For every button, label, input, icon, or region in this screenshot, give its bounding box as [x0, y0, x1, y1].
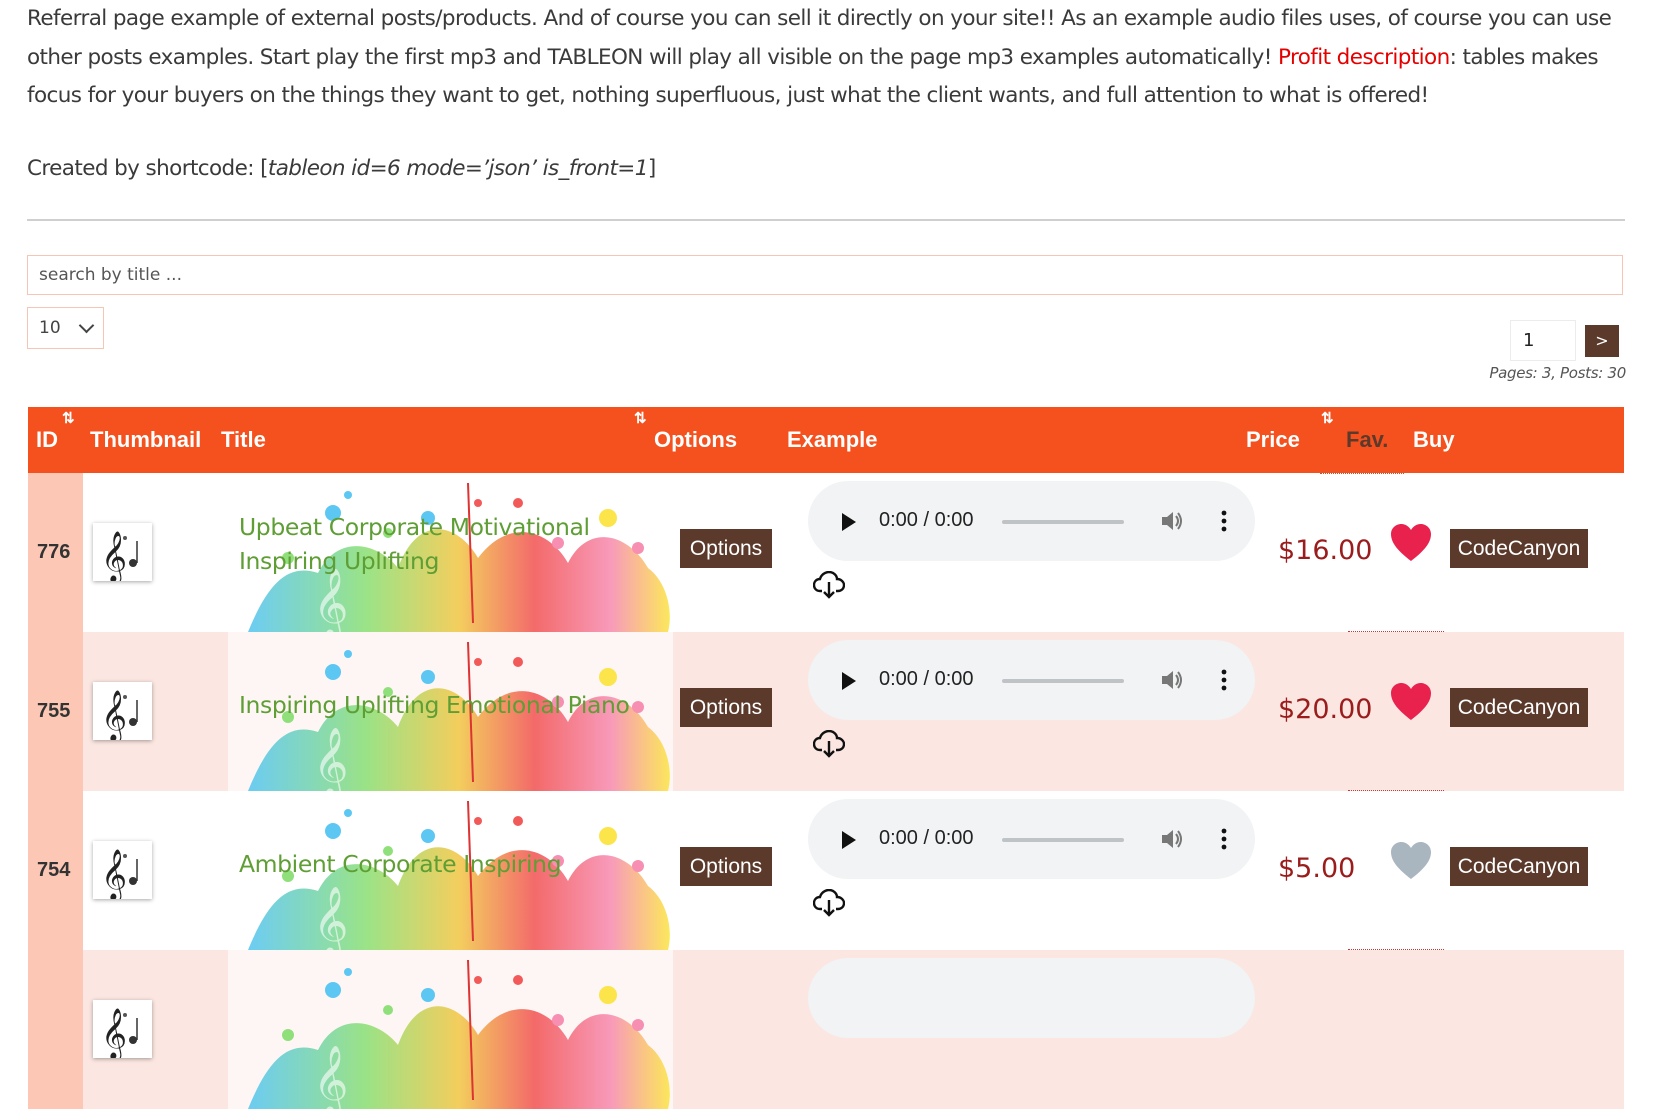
row-id: 755: [37, 700, 71, 722]
more-vert-icon[interactable]: [1220, 828, 1228, 855]
volume-icon[interactable]: [1160, 669, 1184, 696]
profit-description-link[interactable]: Profit description: [1278, 45, 1450, 70]
price: $20.00: [1278, 694, 1373, 725]
svg-text:𝄞: 𝄞: [313, 886, 348, 950]
id-cell: [28, 950, 83, 1109]
music-note-icon: 𝄞: [101, 1008, 138, 1061]
title-cell: 𝄞 Ambient Corporate Inspiring: [228, 791, 673, 950]
thumbnail-image[interactable]: 𝄞: [93, 682, 152, 743]
column-header-buy: Buy: [1413, 427, 1455, 452]
options-button[interactable]: Options: [680, 847, 772, 886]
cloud-download-icon[interactable]: [812, 729, 846, 763]
next-page-button[interactable]: >: [1585, 325, 1619, 357]
id-cell: 776: [28, 473, 83, 632]
price: $5.00: [1278, 853, 1356, 884]
table-row: 𝄞 𝄞: [28, 950, 1624, 1109]
column-header-thumbnail: Thumbnail: [90, 427, 202, 452]
options-button[interactable]: Options: [680, 688, 772, 727]
music-note-icon: 𝄞: [101, 531, 138, 584]
audio-progress-bar[interactable]: [1002, 679, 1124, 683]
buy-codecanyon-button[interactable]: CodeCanyon: [1450, 688, 1588, 727]
more-vert-icon[interactable]: [1220, 669, 1228, 696]
column-header-fav: Fav.: [1346, 427, 1389, 452]
id-cell: 754: [28, 791, 83, 950]
thumbnail-image[interactable]: 𝄞: [93, 523, 152, 584]
buy-codecanyon-button[interactable]: CodeCanyon: [1450, 847, 1588, 886]
thumbnail-image[interactable]: 𝄞: [93, 841, 152, 902]
cloud-download-icon[interactable]: [812, 888, 846, 922]
audio-time: 0:00 / 0:00: [879, 509, 974, 531]
audio-progress-bar[interactable]: [1002, 520, 1124, 524]
svg-text:𝄞: 𝄞: [313, 1045, 348, 1109]
title-cell: 𝄞 Upbeat Corporate Motivational Inspirin…: [228, 473, 673, 632]
column-header-price[interactable]: Price: [1246, 427, 1300, 453]
table-row: 754 𝄞 𝄞 Ambient Corporate Inspiring Optio…: [28, 791, 1624, 950]
sort-icon[interactable]: ⇅: [62, 409, 74, 427]
row-id: 754: [37, 859, 71, 881]
shortcode-line: Created by shortcode: [tableon id=6 mode…: [27, 155, 656, 181]
play-icon[interactable]: [842, 672, 856, 690]
heart-icon[interactable]: [1390, 523, 1432, 563]
audio-player[interactable]: 0:00 / 0:00: [808, 640, 1255, 720]
options-button[interactable]: Options: [680, 529, 772, 568]
price: $16.00: [1278, 535, 1373, 566]
audio-player[interactable]: [808, 958, 1255, 1038]
table-header: ID ⇅ Thumbnail Title ⇅ Options Example P…: [28, 407, 1624, 474]
page-number-input[interactable]: 1: [1510, 320, 1576, 361]
column-header-title[interactable]: Title: [221, 427, 266, 453]
audio-player[interactable]: 0:00 / 0:00: [808, 799, 1255, 879]
column-header-example: Example: [787, 427, 878, 452]
thumbnail-image[interactable]: 𝄞: [93, 1000, 152, 1061]
product-title-link[interactable]: Ambient Corporate Inspiring: [239, 847, 659, 881]
cloud-download-icon[interactable]: [812, 570, 846, 604]
shortcode-text: tableon id=6 mode=’json’ is_front=1: [267, 155, 649, 181]
table-row: 755 𝄞 𝄞 Inspiring Uplifting Emotional Pi…: [28, 632, 1624, 791]
volume-icon[interactable]: [1160, 510, 1184, 537]
play-icon[interactable]: [842, 513, 856, 531]
volume-icon[interactable]: [1160, 828, 1184, 855]
audio-player[interactable]: 0:00 / 0:00: [808, 481, 1255, 561]
heart-icon[interactable]: [1390, 682, 1432, 722]
column-header-id[interactable]: ID: [36, 427, 58, 453]
title-background-image: 𝄞: [248, 959, 670, 1109]
search-input[interactable]: [27, 255, 1623, 295]
music-note-icon: 𝄞: [101, 849, 138, 902]
chevron-down-icon: [78, 317, 95, 334]
divider: [27, 219, 1625, 221]
more-vert-icon[interactable]: [1220, 510, 1228, 537]
heart-icon[interactable]: [1390, 841, 1432, 881]
audio-progress-bar[interactable]: [1002, 838, 1124, 842]
buy-codecanyon-button[interactable]: CodeCanyon: [1450, 529, 1588, 568]
id-cell: 755: [28, 632, 83, 791]
audio-time: 0:00 / 0:00: [879, 668, 974, 690]
product-title-link[interactable]: Inspiring Uplifting Emotional Piano: [239, 688, 659, 722]
music-note-icon: 𝄞: [101, 690, 138, 743]
pagination-info: Pages: 3, Posts: 30: [1489, 364, 1626, 382]
title-cell: 𝄞 Inspiring Uplifting Emotional Piano: [228, 632, 673, 791]
column-header-options: Options: [654, 427, 738, 452]
intro-text: Referral page example of external posts/…: [27, 0, 1627, 188]
product-title-link[interactable]: Upbeat Corporate Motivational Inspiring …: [239, 510, 659, 578]
sort-icon[interactable]: ⇅: [634, 409, 646, 427]
per-page-select[interactable]: 10: [27, 307, 104, 349]
audio-time: 0:00 / 0:00: [879, 827, 974, 849]
svg-text:𝄞: 𝄞: [313, 727, 348, 791]
table-row: 776 𝄞 𝄞 Upbeat Corporate Motivational In…: [28, 473, 1624, 632]
row-id: 776: [37, 541, 71, 563]
play-icon[interactable]: [842, 831, 856, 849]
title-cell: 𝄞: [228, 950, 673, 1109]
